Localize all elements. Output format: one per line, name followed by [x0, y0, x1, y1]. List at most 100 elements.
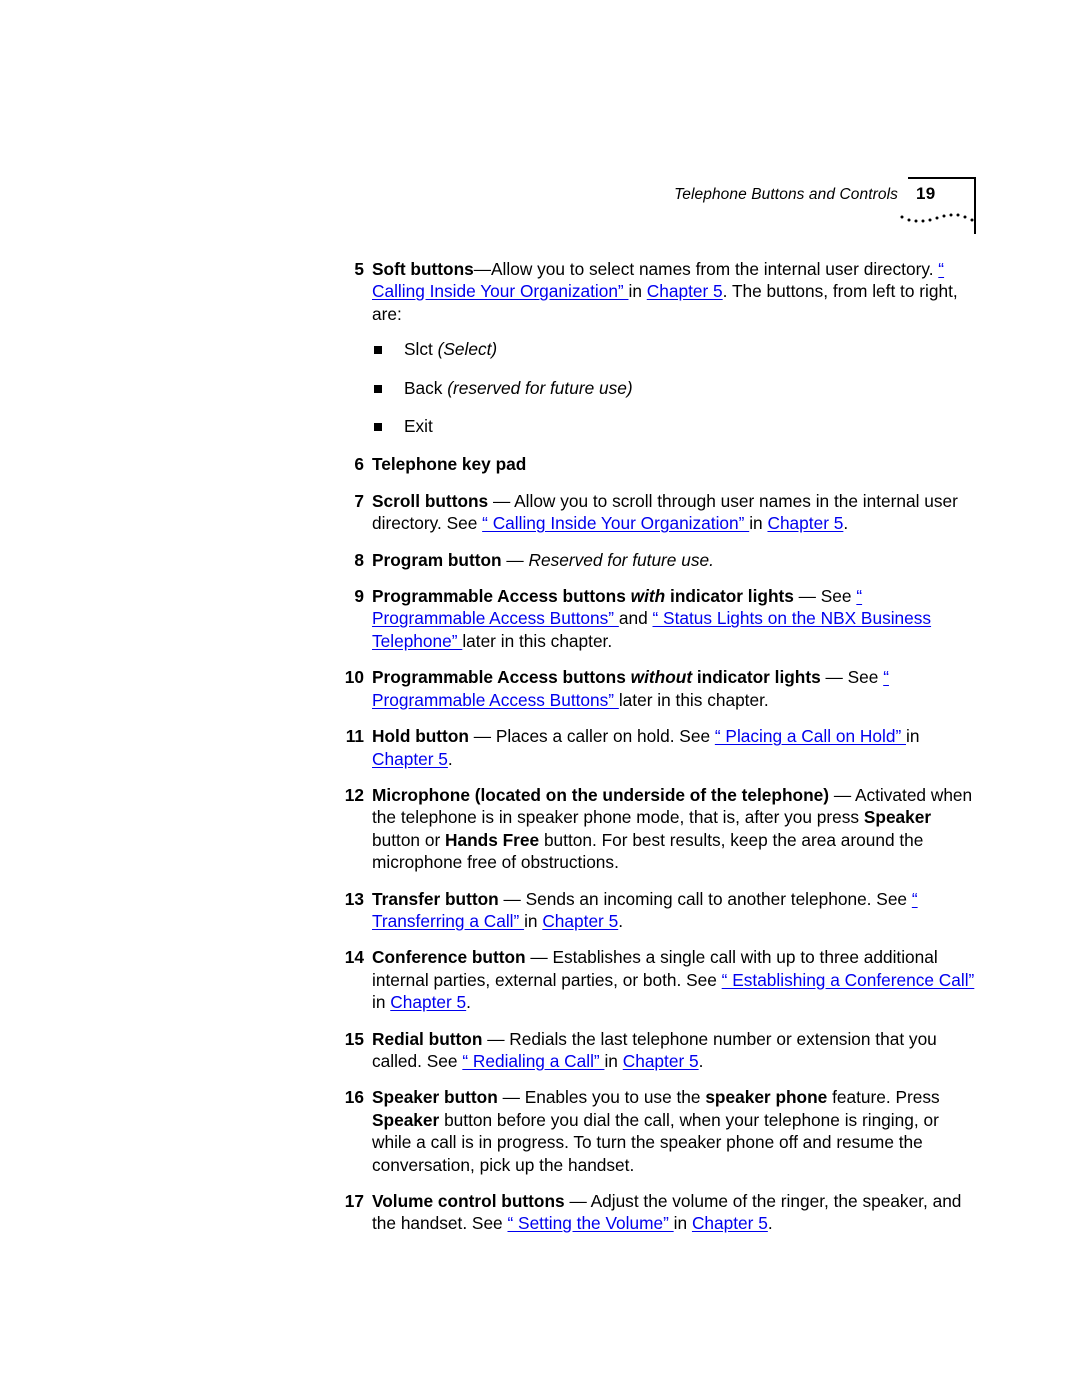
body-text: Places a caller on hold. See — [495, 726, 715, 747]
body-text: . — [843, 513, 849, 534]
page-number: 19 — [916, 184, 936, 203]
xref-chapter-5[interactable]: Chapter 5 — [390, 992, 466, 1012]
list-item-12: 12 Microphone (located on the underside o… — [0, 784, 1080, 874]
em-dash: — — [501, 549, 529, 570]
list-item: Exit — [372, 415, 1080, 437]
square-bullet-icon — [374, 346, 382, 355]
xref-placing-a-call-on-hold[interactable]: “ Placing a Call on Hold” — [715, 726, 906, 746]
body-text: in — [906, 726, 920, 747]
list-item-lead-emphasis: without — [630, 667, 693, 688]
list-item-number: 8 — [354, 549, 364, 570]
list-item-number: 16 — [344, 1087, 364, 1108]
list-item-13: 13 Transfer button — Sends an incoming ca… — [0, 888, 1080, 933]
header-rule-top — [908, 177, 976, 179]
body-text: in — [524, 910, 543, 931]
em-dash: — — [497, 1087, 525, 1108]
inline-bold-speaker: Speaker — [863, 807, 932, 828]
body-text: later in this chapter. — [462, 630, 613, 651]
xref-chapter-5[interactable]: Chapter 5 — [372, 749, 448, 769]
body-text: Sends an incoming call to another teleph… — [525, 888, 912, 909]
xref-establishing-a-conference-call[interactable]: “ Establishing a Conference Call” — [722, 970, 975, 990]
bullet-note: (Select) — [437, 339, 498, 360]
body-text: Allow you to select names from the inter… — [491, 259, 939, 279]
body-text: button before you dial the call, when yo… — [372, 1109, 939, 1175]
list-item-lead: Hold button — [372, 726, 469, 747]
xref-setting-the-volume[interactable]: “ Setting the Volume” — [507, 1213, 673, 1233]
list-item-number: 13 — [344, 888, 364, 909]
xref-chapter-5[interactable]: Chapter 5 — [647, 281, 723, 301]
xref-chapter-5[interactable]: Chapter 5 — [767, 513, 843, 533]
em-dash: — — [564, 1191, 591, 1211]
dotted-wave-decoration — [900, 213, 974, 223]
xref-chapter-5[interactable]: Chapter 5 — [623, 1051, 699, 1071]
list-item-number: 11 — [345, 726, 364, 747]
xref-calling-inside-your-organization[interactable]: “ Calling Inside Your Organization” — [482, 513, 749, 533]
em-dash: — — [498, 888, 526, 909]
list-item-lead-cont: indicator lights — [665, 586, 794, 607]
list-item-16: 16 Speaker button — Enables you to use th… — [0, 1086, 1080, 1176]
inline-bold-hands-free: Hands Free — [445, 829, 540, 850]
list-item-7: 7 Scroll buttons — Allow you to scroll th… — [0, 490, 1080, 535]
em-dash: — — [820, 667, 848, 688]
em-dash: — — [829, 784, 855, 805]
list-item-17: 17 Volume control buttons — Adjust the vo… — [0, 1190, 1080, 1235]
list-item-lead-emphasis: with — [630, 586, 666, 607]
list-item-lead: Microphone (located on the underside of … — [372, 784, 830, 805]
list-item-9: 9 Programmable Access buttons with indica… — [0, 585, 1080, 652]
list-item-6: 6 Telephone key pad — [0, 453, 1080, 475]
running-header-title: Telephone Buttons and Controls — [674, 186, 898, 203]
square-bullet-icon — [374, 423, 382, 432]
list-item-14: 14 Conference button — Establishes a sing… — [0, 946, 1080, 1013]
page-header: Telephone Buttons and Controls 19 — [0, 177, 1080, 246]
body-text: . — [466, 992, 471, 1013]
body-text: . — [447, 748, 453, 769]
list-item-11: 11 Hold button — Places a caller on hold.… — [0, 725, 1080, 770]
em-dash: — — [482, 1028, 510, 1049]
em-dash: — — [473, 259, 492, 279]
em-dash: — — [793, 586, 821, 607]
body-text: feature. Press — [827, 1087, 940, 1108]
list-item-lead: Scroll buttons — [372, 490, 489, 511]
list-item-lead-cont: indicator lights — [692, 667, 821, 688]
xref-chapter-5[interactable]: Chapter 5 — [542, 911, 618, 931]
body-text: in — [673, 1213, 692, 1234]
inline-bold-speaker: Speaker — [372, 1109, 440, 1130]
body-text: . — [767, 1213, 773, 1234]
list-item-number: 12 — [344, 784, 364, 805]
body-text: See — [847, 667, 884, 688]
list-item-number: 17 — [344, 1191, 364, 1211]
body-text: button or — [372, 829, 446, 850]
em-dash: — — [525, 947, 553, 968]
body-text: later in this chapter. — [618, 689, 769, 710]
list-item-number: 6 — [354, 454, 364, 475]
bullet-label: Slct — [404, 339, 438, 360]
list-item-lead: Programmable Access buttons — [372, 667, 631, 688]
list-item-number: 15 — [344, 1028, 364, 1049]
bullet-label: Back — [404, 377, 448, 398]
body-text: See — [820, 586, 857, 607]
body-text: in — [628, 281, 647, 302]
body-text: in — [604, 1050, 623, 1071]
list-item-lead: Volume control buttons — [372, 1191, 565, 1211]
list-item-lead: Soft buttons — [372, 259, 474, 279]
list-item-number: 9 — [354, 586, 364, 607]
list-item-8: 8 Program button — Reserved for future us… — [0, 549, 1080, 571]
list-item-5: 5 Soft buttons—Allow you to select names … — [0, 258, 1080, 325]
list-item-number: 10 — [344, 667, 364, 688]
xref-redialing-a-call[interactable]: “ Redialing a Call” — [462, 1051, 604, 1071]
list-item-15: 15 Redial button — Redials the last telep… — [0, 1028, 1080, 1073]
list-item: Slct (Select) — [372, 338, 1080, 360]
list-item-lead: Programmable Access buttons — [372, 586, 631, 607]
em-dash: — — [468, 726, 496, 747]
body-text: Enables you to use the — [524, 1087, 706, 1108]
list-item-lead: Speaker button — [372, 1087, 498, 1108]
xref-chapter-5[interactable]: Chapter 5 — [692, 1213, 768, 1233]
list-item-lead: Conference button — [372, 947, 526, 968]
body-text: . — [618, 910, 624, 931]
list-item-number: 14 — [344, 947, 364, 968]
body-text: . — [698, 1050, 704, 1071]
body-text: and — [618, 608, 653, 629]
list-item-lead: Telephone key pad — [372, 454, 527, 475]
soft-button-list-wrap: Slct (Select) Back (reserved for future … — [0, 338, 1080, 437]
list-item-lead: Program button — [372, 549, 502, 570]
